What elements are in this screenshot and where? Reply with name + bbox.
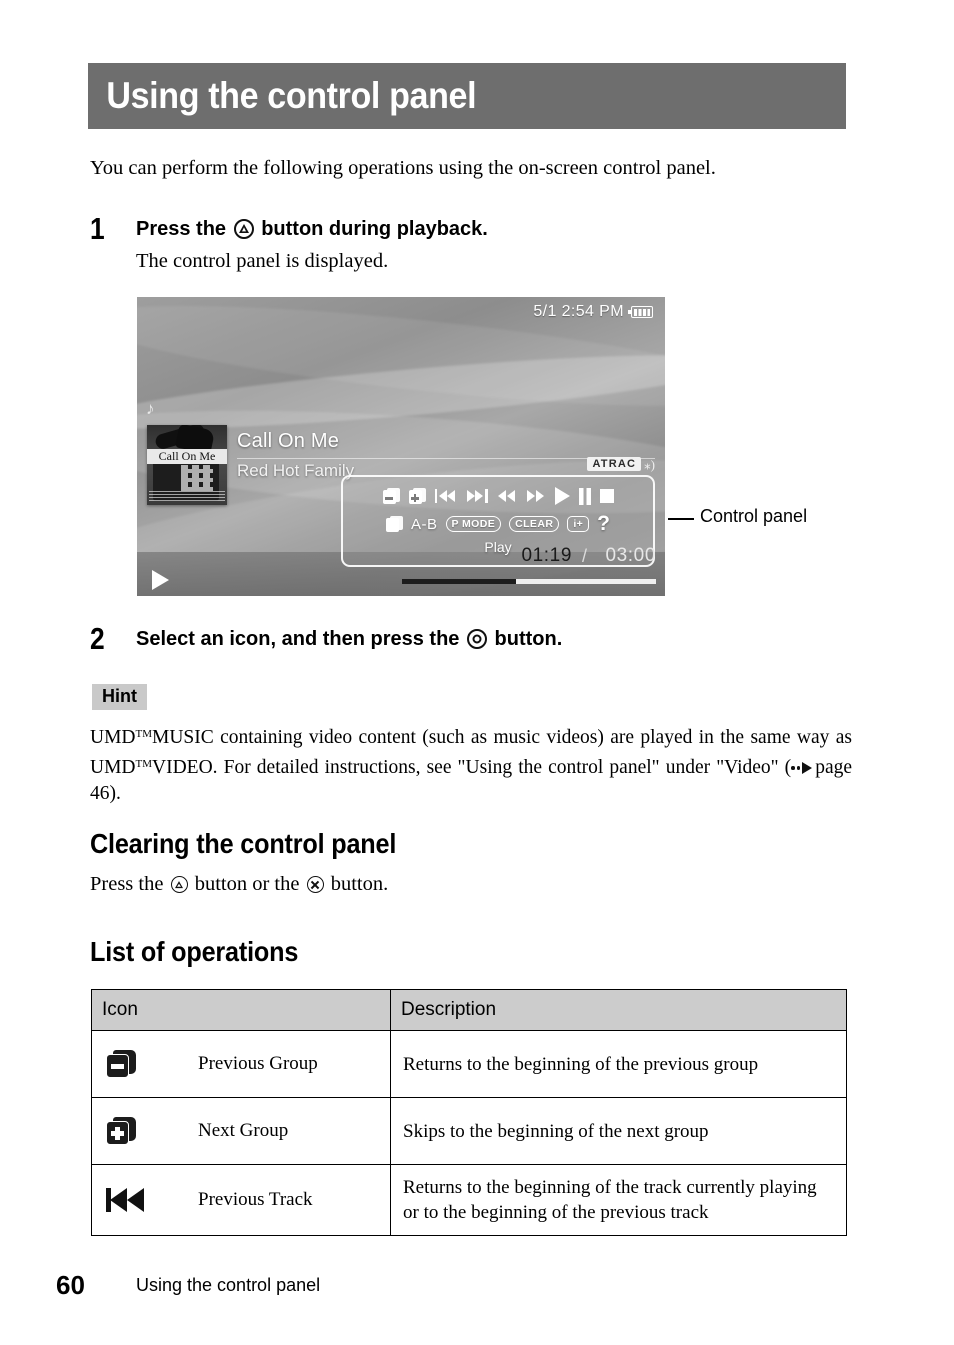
psp-screenshot-figure: 5/1 2:54 PM ♪ Call On Me Call On Me Red … (137, 297, 665, 596)
previous-group-icon[interactable] (382, 488, 400, 504)
rewind-icon[interactable] (497, 489, 517, 503)
triangle-button-icon (170, 876, 188, 893)
table-cell-icon: Previous Group (91, 1030, 391, 1098)
page-header-band: Using the control panel (88, 63, 846, 129)
table-cell-description: Skips to the beginning of the next group (390, 1097, 847, 1165)
music-note-icon: ♪ (146, 399, 155, 418)
step-1-number: 1 (90, 211, 105, 246)
next-group-icon (106, 1117, 198, 1145)
album-art-caption: Call On Me (147, 449, 227, 464)
control-panel-row-1 (352, 482, 644, 510)
clear-icon[interactable]: CLEAR (509, 516, 560, 532)
section-body-clearing: Press the button or the button. (90, 870, 388, 898)
hint-tm-1: TM (135, 728, 153, 740)
control-panel-row-2: A-B P MODE CLEAR i+ ? (352, 510, 644, 538)
table-cell-icon: Next Group (91, 1097, 391, 1165)
table-header-row: Icon Description (91, 989, 847, 1031)
step-2-text-before: Select an icon, and then press the (136, 628, 460, 650)
table-row: Previous Track Returns to the beginning … (91, 1164, 847, 1236)
display-mode-icon[interactable] (385, 516, 403, 532)
table-icon-label: Next Group (198, 1120, 289, 1141)
step-1-text-after: button during playback. (261, 218, 488, 240)
next-group-icon[interactable] (408, 488, 426, 504)
pause-icon[interactable] (578, 487, 591, 505)
play-icon[interactable] (554, 487, 570, 505)
track-title: Call On Me (237, 430, 340, 452)
step-2-text-after: button. (494, 628, 563, 650)
circle-button-icon (466, 629, 487, 649)
playback-state-play-icon (152, 570, 169, 590)
step-1-heading: Press the button during playback. (136, 216, 860, 242)
table-row: Next Group Skips to the beginning of the… (91, 1097, 847, 1165)
status-datetime: 5/1 2:54 PM (533, 303, 624, 320)
next-track-icon[interactable] (466, 489, 488, 503)
table-cell-icon: Previous Track (91, 1164, 391, 1236)
table-icon-label: Previous Track (198, 1189, 313, 1210)
atrac-badge: ATRAC (587, 457, 642, 471)
step-2-heading: Select an icon, and then press the butto… (136, 626, 860, 652)
atrac-wave-icon: ⁎) (644, 456, 655, 472)
section-heading-list: List of operations (90, 936, 299, 967)
info-icon[interactable]: i+ (567, 516, 590, 532)
step-2-number: 2 (90, 621, 105, 656)
playback-progress-bar[interactable] (402, 579, 656, 584)
playback-total-time: 03:00 (605, 545, 656, 566)
intro-paragraph: You can perform the following operations… (90, 157, 716, 179)
hint-text-4: ). (109, 783, 121, 804)
hint-body: UMDTMMUSIC containing video content (suc… (90, 721, 852, 807)
table-icon-label: Previous Group (198, 1053, 318, 1074)
hint-text-3: VIDEO. For detailed instructions, see "U… (152, 757, 792, 778)
hint-tm-2: TM (135, 758, 153, 770)
cross-button-icon (306, 876, 324, 893)
control-panel-status-label: Play (484, 539, 512, 555)
psp-status-bar: 5/1 2:54 PM (533, 303, 653, 321)
fast-forward-icon[interactable] (526, 489, 546, 503)
footer-section-title: Using the control panel (136, 1275, 321, 1295)
callout-label: Control panel (700, 506, 808, 526)
playback-progress-fill (402, 579, 517, 584)
callout-leader-line (668, 518, 694, 520)
step-1-text-before: Press the (136, 218, 227, 240)
table-header-icon: Icon (91, 989, 391, 1031)
play-mode-icon[interactable]: P MODE (445, 516, 502, 532)
playback-time-separator: / (581, 546, 587, 566)
table-row: Previous Group Returns to the beginning … (91, 1030, 847, 1098)
hint-text-1: UMD (90, 727, 136, 748)
track-artist: Red Hot Family (237, 461, 355, 480)
album-art-keys-shape (181, 465, 213, 491)
previous-track-icon (106, 1188, 198, 1212)
table-cell-description: Returns to the beginning of the track cu… (390, 1164, 847, 1236)
hint-badge: Hint (92, 684, 147, 710)
step-1-subtext: The control panel is displayed. (136, 250, 389, 272)
section-heading-clearing: Clearing the control panel (90, 828, 397, 859)
table-header-description: Description (390, 989, 847, 1031)
previous-group-icon (106, 1050, 198, 1078)
battery-icon (628, 306, 653, 318)
playback-current-time: 01:19 (521, 545, 572, 566)
psp-screen: 5/1 2:54 PM ♪ Call On Me Call On Me Red … (137, 297, 665, 596)
table-cell-description: Returns to the beginning of the previous… (390, 1030, 847, 1098)
page-title: Using the control panel (106, 75, 477, 116)
step-1: 1 Press the button during playback. The … (90, 211, 860, 275)
clearing-text-before: Press the (90, 873, 164, 895)
page-reference-arrow-icon (791, 762, 815, 774)
album-art-footer-shape (149, 491, 225, 501)
step-2: 2 Select an icon, and then press the but… (90, 621, 860, 656)
stop-icon[interactable] (599, 489, 614, 503)
clearing-text-after: button. (330, 873, 389, 895)
footer-page-number: 60 (56, 1270, 85, 1300)
album-art: Call On Me (147, 425, 227, 505)
operations-table: Icon Description Previous Group Returns … (91, 989, 847, 1236)
previous-track-icon[interactable] (434, 489, 457, 503)
format-badge-group: ATRAC ⁎) (587, 457, 655, 471)
triangle-button-icon (233, 219, 254, 239)
ab-repeat-icon[interactable]: A-B (411, 516, 438, 533)
clearing-text-mid: button or the (194, 873, 300, 895)
help-icon[interactable]: ? (597, 513, 610, 534)
